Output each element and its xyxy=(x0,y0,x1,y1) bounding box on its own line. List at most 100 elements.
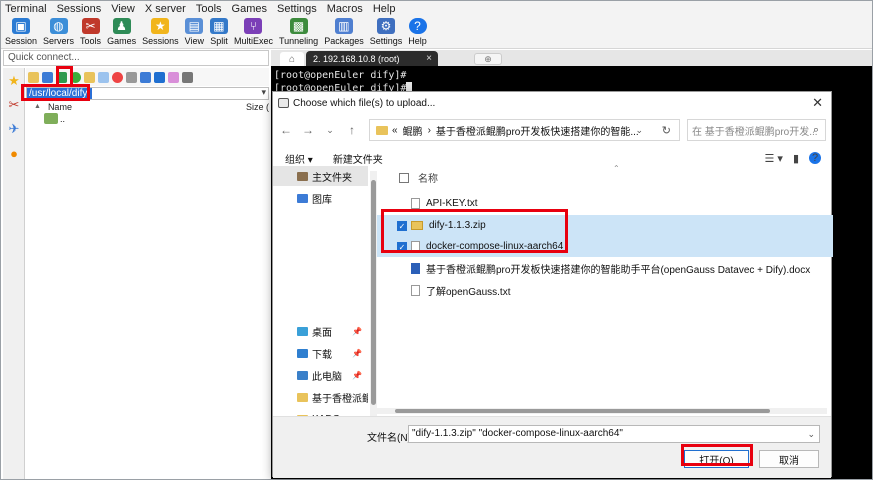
toolbar-label: Settings xyxy=(369,36,403,46)
pin-icon[interactable]: 📌 xyxy=(352,327,362,336)
word-doc-icon xyxy=(411,263,420,274)
nav-item[interactable]: 下载 📌 xyxy=(273,343,368,363)
file-row[interactable]: 基于香橙派鲲鹏pro开发板快速搭建你的智能助手平台(openGauss Data… xyxy=(377,258,833,279)
new-folder-icon[interactable] xyxy=(84,71,95,83)
wand-icon[interactable] xyxy=(168,71,179,83)
split-button[interactable]: ▦ Split xyxy=(209,17,228,48)
forward-arrow-icon[interactable]: → xyxy=(299,123,317,137)
new-file-icon[interactable] xyxy=(98,71,109,83)
macros-icon[interactable]: ● xyxy=(4,142,24,164)
file-row[interactable]: 了解openGauss.txt xyxy=(377,280,833,301)
preview-pane-icon[interactable]: ▮ xyxy=(793,152,799,165)
sftp-col-size[interactable]: Size ( xyxy=(246,102,269,112)
tab-terminal[interactable]: 2. 192.168.10.8 (root) × xyxy=(306,51,438,66)
toolbar-label: Tunneling xyxy=(278,36,319,46)
search-input[interactable]: 在 基于香橙派鲲鹏pro开发... ⌕ xyxy=(687,119,826,141)
servers-button[interactable]: ◍ Servers xyxy=(43,17,74,48)
nav-item-label: 桌面 xyxy=(312,327,332,339)
file-list: 名称 ⌃ API-KEY.txt ✓ dify-1.1.3.zip ✓ docker-c… xyxy=(377,164,833,413)
tunneling-button[interactable]: ▩ Tunneling xyxy=(279,17,318,48)
app-icon xyxy=(278,98,289,108)
chevron-down-icon[interactable]: ▾ xyxy=(261,87,266,98)
toolbar-label: Servers xyxy=(43,36,75,46)
address-bar[interactable]: « 鲲鹏 › 基于香橙派鲲鹏pro开发板快速搭建你的智能... ⌄ ↻ xyxy=(369,119,680,141)
view-controls: ☰ ▾ ▮ ? xyxy=(754,152,821,165)
view-list-icon[interactable]: ☰ ▾ xyxy=(764,152,782,165)
horizontal-scrollbar[interactable] xyxy=(377,408,827,414)
folder-up-icon[interactable] xyxy=(28,71,39,83)
sort-up-icon: ▲ xyxy=(34,103,41,110)
breadcrumb-item[interactable]: 鲲鹏 xyxy=(403,123,423,138)
new-tab-icon[interactable]: ⊕ xyxy=(474,53,502,65)
close-icon[interactable]: ✕ xyxy=(812,95,823,111)
search-icon[interactable]: ⌕ xyxy=(813,124,819,137)
toolbar-label: Session xyxy=(5,36,38,46)
help-button[interactable]: ? Help xyxy=(408,17,427,48)
pin-icon[interactable]: 📌 xyxy=(352,371,362,380)
terminal-tabs: ⌂ 2. 192.168.10.8 (root) × ⊕ xyxy=(271,50,872,66)
close-icon[interactable]: × xyxy=(426,53,432,64)
back-arrow-icon[interactable]: ← xyxy=(277,123,295,137)
menu-sessions[interactable]: Sessions xyxy=(57,3,102,15)
sftp-icon[interactable]: ✈ xyxy=(4,118,24,140)
organize-button[interactable]: 组织 ▾ xyxy=(285,151,313,166)
menu-help[interactable]: Help xyxy=(373,3,396,15)
info-icon[interactable] xyxy=(126,71,137,83)
file-checkbox[interactable] xyxy=(397,286,407,296)
menu-tools[interactable]: Tools xyxy=(196,3,222,15)
filename-input[interactable]: "dify-1.1.3.zip" "docker-compose-linux-a… xyxy=(408,425,820,443)
nav-item[interactable]: 此电脑 📌 xyxy=(273,365,368,385)
home-icon[interactable]: ⌂ xyxy=(280,52,304,66)
session-button[interactable]: ▣ Session xyxy=(5,17,37,48)
scroll-thumb[interactable] xyxy=(395,409,770,413)
nav-item-label: 图库 xyxy=(312,194,332,206)
servers-icon: ◍ xyxy=(49,18,68,34)
terminal-sync-icon[interactable] xyxy=(182,71,193,83)
breadcrumb-overflow[interactable]: « xyxy=(392,125,398,136)
file-checkbox[interactable] xyxy=(397,264,407,274)
permissions-icon[interactable] xyxy=(154,71,165,83)
settings-button[interactable]: ⚙ Settings xyxy=(369,17,403,48)
menu-view[interactable]: View xyxy=(111,3,135,15)
chevron-down-icon[interactable]: ⌄ xyxy=(321,125,339,136)
menu-macros[interactable]: Macros xyxy=(327,3,363,15)
nav-item[interactable]: 主文件夹 xyxy=(273,166,368,186)
refresh-icon[interactable]: ↻ xyxy=(662,124,671,137)
chevron-down-icon[interactable]: ⌄ xyxy=(635,125,643,136)
new-folder-button[interactable]: 新建文件夹 xyxy=(333,151,383,166)
nav-item[interactable]: 桌面 📌 xyxy=(273,321,368,341)
up-arrow-icon[interactable]: ↑ xyxy=(343,123,361,137)
games-button[interactable]: ♟ Games xyxy=(107,17,136,48)
chevron-down-icon[interactable]: ⌄ xyxy=(807,426,815,442)
side-tabs: ★ ✂ ✈ ● xyxy=(3,68,25,479)
quick-connect-input[interactable]: Quick connect... xyxy=(3,50,269,66)
sftp-col-name[interactable]: Name xyxy=(48,102,72,112)
text-icon[interactable] xyxy=(140,71,151,83)
multiexec-icon: ⑂ xyxy=(244,18,263,34)
sessions-button[interactable]: ★ Sessions xyxy=(142,17,179,48)
packages-button[interactable]: ▥ Packages xyxy=(324,17,364,48)
multiexec-button[interactable]: ⑂ MultiExec xyxy=(234,17,273,48)
delete-icon[interactable] xyxy=(112,71,123,83)
menu-games[interactable]: Games xyxy=(232,3,267,15)
menu-x-server[interactable]: X server xyxy=(145,3,186,15)
pin-icon[interactable]: 📌 xyxy=(352,349,362,358)
select-all-checkbox[interactable] xyxy=(399,172,409,183)
view-button[interactable]: ▤ View xyxy=(185,17,204,48)
nav-item[interactable]: 基于香橙派鲲鹏 xyxy=(273,387,368,407)
breadcrumb-item[interactable]: 基于香橙派鲲鹏pro开发板快速搭建你的智能... xyxy=(436,123,639,138)
menu-terminal[interactable]: Terminal xyxy=(5,3,47,15)
scroll-thumb[interactable] xyxy=(371,180,376,405)
tools-button[interactable]: ✂ Tools xyxy=(80,17,101,48)
menu-settings[interactable]: Settings xyxy=(277,3,317,15)
col-name[interactable]: 名称 xyxy=(418,170,438,185)
nav-scrollbar[interactable] xyxy=(370,171,377,416)
highlight-selected-files xyxy=(381,209,568,253)
file-checkbox[interactable] xyxy=(397,199,407,209)
nav-item[interactable]: 图库 xyxy=(273,188,368,208)
download-icon[interactable] xyxy=(42,71,53,83)
cancel-button[interactable]: 取消 xyxy=(759,450,819,468)
sftp-updir-row[interactable]: .. xyxy=(44,113,65,124)
dialog-titlebar: Choose which file(s) to upload... ✕ xyxy=(273,92,831,114)
help-icon[interactable]: ? xyxy=(809,152,821,164)
